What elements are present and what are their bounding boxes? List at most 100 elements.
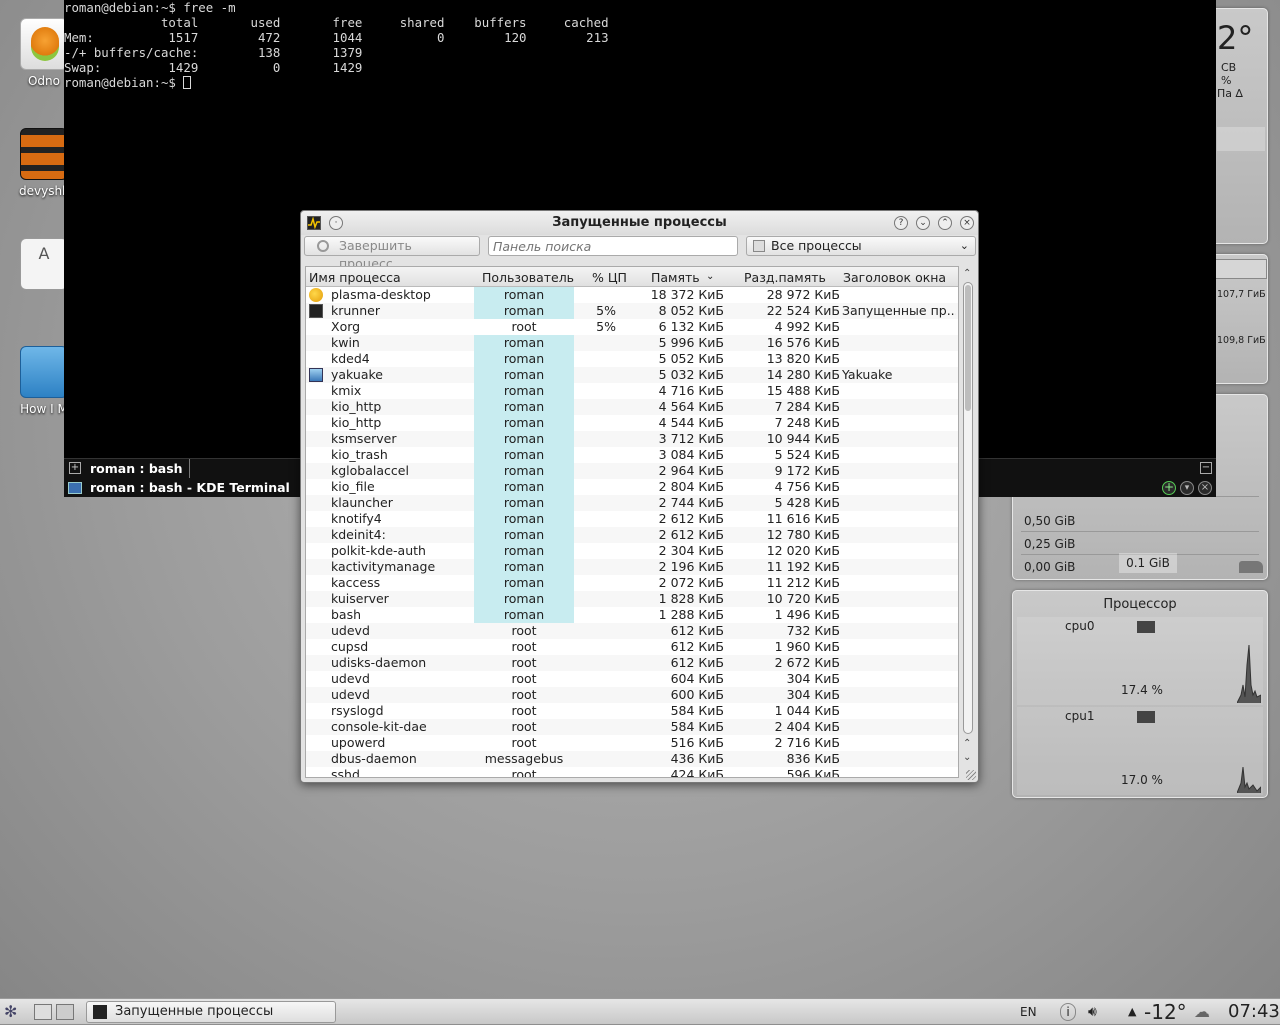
process-cpu — [576, 719, 628, 735]
process-window-titlebar[interactable]: · Запущенные процессы ? ⌄ ⌃ × — [301, 211, 978, 235]
process-row[interactable]: kmix roman 4 716 КиБ 15 488 КиБ — [306, 383, 958, 399]
process-row[interactable]: kio_http roman 4 544 КиБ 7 248 КиБ — [306, 415, 958, 431]
process-shared-memory: 1 496 КиБ — [774, 607, 840, 622]
keyboard-layout[interactable]: EN — [1020, 999, 1037, 1025]
clock[interactable]: 07:43 — [1228, 999, 1280, 1025]
vertical-scrollbar[interactable]: ⌃ ⌃ ⌄ — [961, 266, 975, 778]
process-row[interactable]: yakuake roman 5 032 КиБ 14 280 КиБ Yakuake — [306, 367, 958, 383]
process-row[interactable]: krunner roman 5% 8 052 КиБ 22 524 КиБ Запущен… — [306, 303, 958, 319]
taskbar-task-processes[interactable]: Запущенные процессы — [86, 1001, 336, 1023]
process-filter-value: Все процессы — [771, 238, 862, 253]
process-window[interactable]: · Запущенные процессы ? ⌄ ⌃ × Завершить … — [300, 210, 979, 783]
activity-icon[interactable] — [56, 1004, 74, 1020]
terminal-output[interactable]: roman@debian:~$ free -m total used free … — [64, 0, 609, 90]
process-shared-memory: 304 КиБ — [786, 687, 840, 702]
process-row[interactable]: rsyslogd root 584 КиБ 1 044 КиБ — [306, 703, 958, 719]
process-row[interactable]: kdeinit4: roman 2 612 КиБ 12 780 КиБ — [306, 527, 958, 543]
column-header-name[interactable]: Имя процесса — [309, 270, 401, 285]
quit-icon[interactable]: × — [1198, 481, 1212, 495]
column-header-cpu[interactable]: % ЦП — [592, 270, 627, 285]
process-row[interactable]: bash roman 1 288 КиБ 1 496 КиБ — [306, 607, 958, 623]
kill-process-button[interactable]: Завершить процесс... — [304, 236, 480, 271]
close-icon[interactable]: × — [960, 216, 974, 230]
process-name: sshd — [331, 767, 360, 778]
process-rows: plasma-desktop roman 18 372 КиБ 28 972 КиБ k… — [306, 287, 958, 778]
tray-expand-icon[interactable]: ▲ — [1128, 999, 1136, 1025]
process-row[interactable]: plasma-desktop roman 18 372 КиБ 28 972 КиБ — [306, 287, 958, 303]
process-row[interactable]: polkit-kde-auth roman 2 304 КиБ 12 020 КиБ — [306, 543, 958, 559]
process-memory: 8 052 КиБ — [658, 303, 724, 318]
close-tab-icon[interactable]: − — [1200, 462, 1212, 474]
process-row[interactable]: sshd root 424 КиБ 596 КиБ — [306, 767, 958, 778]
process-user: root — [511, 687, 537, 702]
process-memory: 5 052 КиБ — [658, 351, 724, 366]
process-row[interactable]: kded4 roman 5 052 КиБ 13 820 КиБ — [306, 351, 958, 367]
process-row[interactable]: kwin roman 5 996 КиБ 16 576 КиБ — [306, 335, 958, 351]
kde-menu-icon[interactable]: ✻ — [4, 999, 26, 1025]
process-row[interactable]: Xorg root 5% 6 132 КиБ 4 992 КиБ — [306, 319, 958, 335]
process-row[interactable]: udevd root 612 КиБ 732 КиБ — [306, 623, 958, 639]
process-row[interactable]: klauncher roman 2 744 КиБ 5 428 КиБ — [306, 495, 958, 511]
process-memory: 2 304 КиБ — [658, 543, 724, 558]
process-row[interactable]: kuiserver roman 1 828 КиБ 10 720 КиБ — [306, 591, 958, 607]
process-row[interactable]: udevd root 604 КиБ 304 КиБ — [306, 671, 958, 687]
process-row[interactable]: kio_file roman 2 804 КиБ 4 756 КиБ — [306, 479, 958, 495]
scroll-up-icon[interactable]: ⌃ — [963, 738, 971, 749]
process-filter-select[interactable]: Все процессы ⌄ — [746, 236, 976, 256]
process-cpu — [576, 431, 628, 447]
process-row[interactable]: console-kit-dae root 584 КиБ 2 404 КиБ — [306, 719, 958, 735]
terminal-tab[interactable]: roman : bash — [64, 459, 190, 478]
info-icon[interactable]: i — [1060, 1003, 1076, 1021]
resize-grip[interactable] — [966, 770, 976, 780]
weather-pressure: Па ∆ — [1217, 87, 1243, 100]
process-memory: 18 372 КиБ — [650, 287, 724, 302]
terminal-line: Mem: 1517 472 1044 0 120 213 — [64, 30, 609, 45]
process-row[interactable]: knotify4 roman 2 612 КиБ 11 616 КиБ — [306, 511, 958, 527]
scrollbar-thumb[interactable] — [965, 285, 971, 411]
process-user: roman — [474, 495, 574, 511]
cpu-widget[interactable]: Процессор cpu0 17.4 % cpu1 17.0 % — [1012, 590, 1268, 798]
column-header-window-title[interactable]: Заголовок окна — [843, 270, 946, 285]
process-row[interactable]: ksmserver roman 3 712 КиБ 10 944 КиБ — [306, 431, 958, 447]
maximize-icon[interactable]: ⌃ — [938, 216, 952, 230]
cpu1-indicator — [1137, 711, 1155, 723]
process-memory: 516 КиБ — [670, 735, 724, 750]
show-desktop-icon[interactable] — [34, 1004, 52, 1020]
process-row[interactable]: kactivitymanage roman 2 196 КиБ 11 192 КиБ — [306, 559, 958, 575]
help-icon[interactable]: ? — [894, 216, 908, 230]
column-header-user[interactable]: Пользователь — [482, 270, 574, 285]
process-row[interactable]: udevd root 600 КиБ 304 КиБ — [306, 687, 958, 703]
minimize-icon[interactable]: ⌄ — [916, 216, 930, 230]
scrollbar-track[interactable] — [963, 282, 973, 734]
process-row[interactable]: kio_http roman 4 564 КиБ 7 284 КиБ — [306, 399, 958, 415]
process-user: roman — [474, 543, 574, 559]
process-row[interactable]: kio_trash roman 3 084 КиБ 5 524 КиБ — [306, 447, 958, 463]
process-row[interactable]: kglobalaccel roman 2 964 КиБ 9 172 КиБ — [306, 463, 958, 479]
process-window-title — [842, 463, 956, 479]
process-row[interactable]: dbus-daemon messagebus 436 КиБ 836 КиБ — [306, 751, 958, 767]
add-icon[interactable]: + — [1162, 481, 1176, 495]
volume-icon[interactable]: 🔊︎ — [1088, 999, 1097, 1025]
process-shared-memory: 10 944 КиБ — [766, 431, 840, 446]
search-input[interactable] — [488, 236, 738, 256]
scroll-down-icon[interactable]: ⌄ — [963, 752, 971, 763]
process-table[interactable]: Имя процесса Пользователь % ЦП Память ⌄ … — [305, 266, 959, 778]
process-row[interactable]: kaccess roman 2 072 КиБ 11 212 КиБ — [306, 575, 958, 591]
process-shared-memory: 12 780 КиБ — [766, 527, 840, 542]
process-memory: 612 КиБ — [670, 655, 724, 670]
menu-icon[interactable]: ▾ — [1180, 481, 1194, 495]
process-row[interactable]: udisks-daemon root 612 КиБ 2 672 КиБ — [306, 655, 958, 671]
video-file-icon — [20, 128, 68, 180]
memory-graph — [1239, 561, 1263, 573]
column-header-memory[interactable]: Память — [651, 270, 700, 285]
process-row[interactable]: upowerd root 516 КиБ 2 716 КиБ — [306, 735, 958, 751]
process-shared-memory: 2 716 КиБ — [774, 735, 840, 750]
scroll-up-icon[interactable]: ⌃ — [963, 268, 971, 279]
process-row[interactable]: cupsd root 612 КиБ 1 960 КиБ — [306, 639, 958, 655]
taskbar: ✻ Запущенные процессы EN i 🔊︎ ▲ -12° ☁︎ … — [0, 998, 1280, 1024]
process-shared-memory: 7 248 КиБ — [774, 415, 840, 430]
process-user: roman — [474, 559, 574, 575]
taskbar-temperature[interactable]: -12° — [1144, 999, 1187, 1025]
column-header-shared[interactable]: Разд.память — [744, 270, 826, 285]
process-cpu — [576, 591, 628, 607]
